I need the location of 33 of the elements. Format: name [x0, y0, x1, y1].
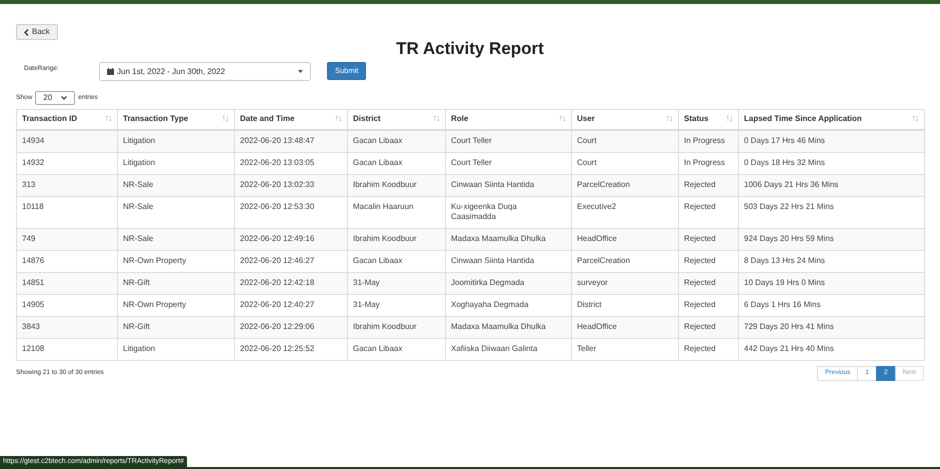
sort-icon	[433, 115, 440, 122]
column-header[interactable]: Lapsed Time Since Application	[738, 110, 924, 130]
caret-icon	[298, 70, 303, 73]
column-header[interactable]: Transaction ID	[16, 110, 118, 130]
date-range-value: Jun 1st, 2022 - Jun 30th, 2022	[117, 66, 226, 78]
table-cell: 2022-06-20 12:25:52	[234, 338, 348, 360]
table-cell: Gacan Libaax	[348, 338, 446, 360]
column-header[interactable]: Status	[678, 110, 738, 130]
sort-icon	[912, 115, 919, 122]
sort-icon	[559, 115, 566, 122]
chevron-down-icon	[61, 96, 68, 100]
page-length-select[interactable]: 20	[35, 91, 76, 105]
calendar-icon	[107, 68, 114, 75]
date-range-field[interactable]: Jun 1st, 2022 - Jun 30th, 2022	[99, 62, 311, 81]
table-cell: 442 Days 21 Hrs 40 Mins	[738, 338, 924, 360]
sort-icon	[222, 115, 229, 122]
chevron-left-icon	[24, 28, 29, 36]
sort-icon	[105, 115, 112, 122]
column-header[interactable]: District	[348, 110, 446, 130]
column-header[interactable]: Transaction Type	[118, 110, 234, 130]
sort-icon	[726, 115, 733, 122]
sort-icon	[666, 115, 673, 122]
table-cell: Litigation	[118, 338, 234, 360]
table-cell: Teller	[572, 338, 678, 360]
back-button[interactable]: Back	[16, 24, 58, 40]
column-header[interactable]: Role	[446, 110, 572, 130]
table-cell: Xafiiska Diiwaan Galinta	[446, 338, 572, 360]
column-header[interactable]: User	[572, 110, 678, 130]
page-title: TR Activity Report	[395, 39, 545, 59]
sort-icon	[335, 115, 342, 122]
column-header[interactable]: Date and Time	[234, 110, 348, 130]
table-cell: 12108	[16, 338, 118, 360]
table-cell: Rejected	[678, 338, 738, 360]
